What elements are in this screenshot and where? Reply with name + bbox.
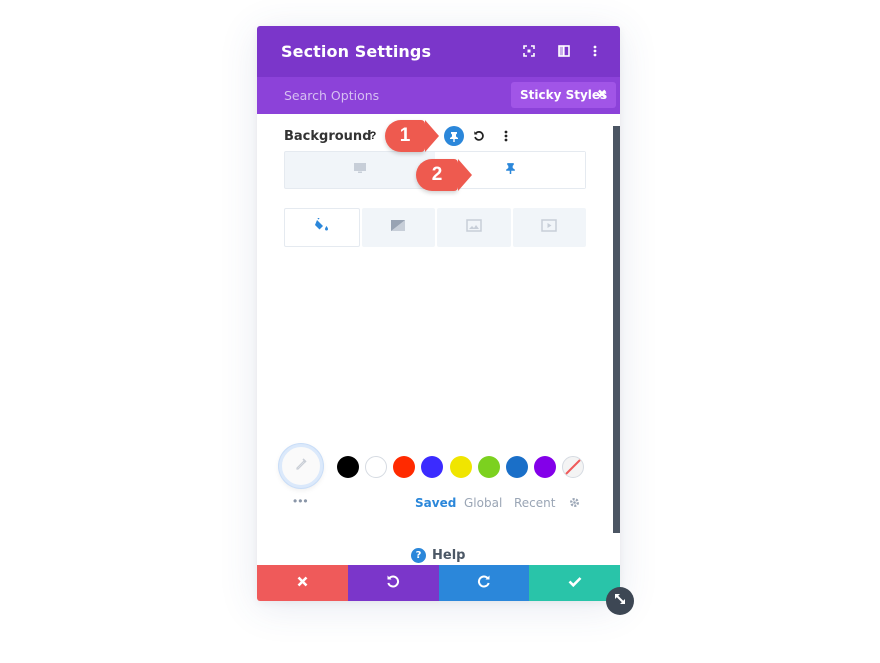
swatch-purple[interactable] [534,456,556,478]
gradient-icon [390,219,406,237]
swatch-yellow[interactable] [450,456,472,478]
resize-arrows-icon [613,592,627,611]
help-icon: ? [411,548,426,563]
scrollbar[interactable] [613,126,620,533]
callout-1-pointer [425,120,439,152]
redo-icon [477,574,491,593]
swatch-blue[interactable] [421,456,443,478]
close-icon [297,574,308,592]
undo-button[interactable] [347,565,439,601]
eyedropper-button[interactable] [279,444,323,488]
reset-icon[interactable] [470,127,488,145]
swatch-white[interactable] [365,456,387,478]
tab-video[interactable] [512,208,586,247]
search-options-input[interactable]: Search Options [284,88,379,103]
tab-color[interactable] [284,208,360,247]
help-question-icon[interactable]: ? [364,127,382,145]
checkmark-icon [568,574,582,592]
background-label: Background [284,129,372,144]
close-filter-icon[interactable]: ✖ [597,87,607,101]
modal-footer [257,565,620,601]
desktop-icon [353,161,367,179]
pin-icon [505,161,516,179]
options-subbar: Search Options Sticky Styles ✖ [257,77,620,114]
redo-button[interactable] [438,565,530,601]
modal-title: Section Settings [281,42,432,61]
swatch-transparent[interactable] [562,456,584,478]
tab-saved[interactable]: Saved [415,496,456,510]
more-colors-icon[interactable]: ••• [293,494,309,508]
swatch-dark-blue[interactable] [506,456,528,478]
eyedropper-icon [293,456,309,477]
callout-2-pointer [458,159,472,191]
sticky-styles-filter[interactable]: Sticky Styles ✖ [511,82,616,108]
help-link[interactable]: ? Help [411,548,465,563]
more-options-icon-small[interactable] [497,127,515,145]
sticky-styles-label: Sticky Styles [520,88,608,102]
modal-header: Section Settings [257,26,620,77]
more-options-icon[interactable] [587,43,603,59]
tab-gradient[interactable] [361,208,435,247]
callout-2-label: 2 [416,159,458,191]
fullscreen-icon[interactable] [521,43,537,59]
resize-handle[interactable] [606,587,634,615]
cancel-button[interactable] [257,565,348,601]
swatch-red[interactable] [393,456,415,478]
tab-image[interactable] [437,208,511,247]
background-type-tabs [284,208,586,247]
swatch-green[interactable] [478,456,500,478]
help-label: Help [432,548,466,563]
paint-bucket-icon [314,217,330,237]
callout-1-label: 1 [385,120,425,152]
tab-recent[interactable]: Recent [514,496,555,510]
callout-step-2: 2 [416,159,472,191]
section-settings-modal: Section Settings Search Options Sticky S… [257,26,634,615]
split-view-icon[interactable] [556,43,572,59]
tab-global[interactable]: Global [464,496,502,510]
video-icon [541,218,557,237]
undo-icon [386,574,400,593]
swatch-black[interactable] [337,456,359,478]
callout-step-1: 1 [385,120,439,152]
sticky-pin-toggle-icon[interactable] [444,126,464,146]
tab-desktop[interactable] [285,152,435,188]
palette-settings-icon[interactable] [568,496,581,512]
image-icon [466,218,482,237]
